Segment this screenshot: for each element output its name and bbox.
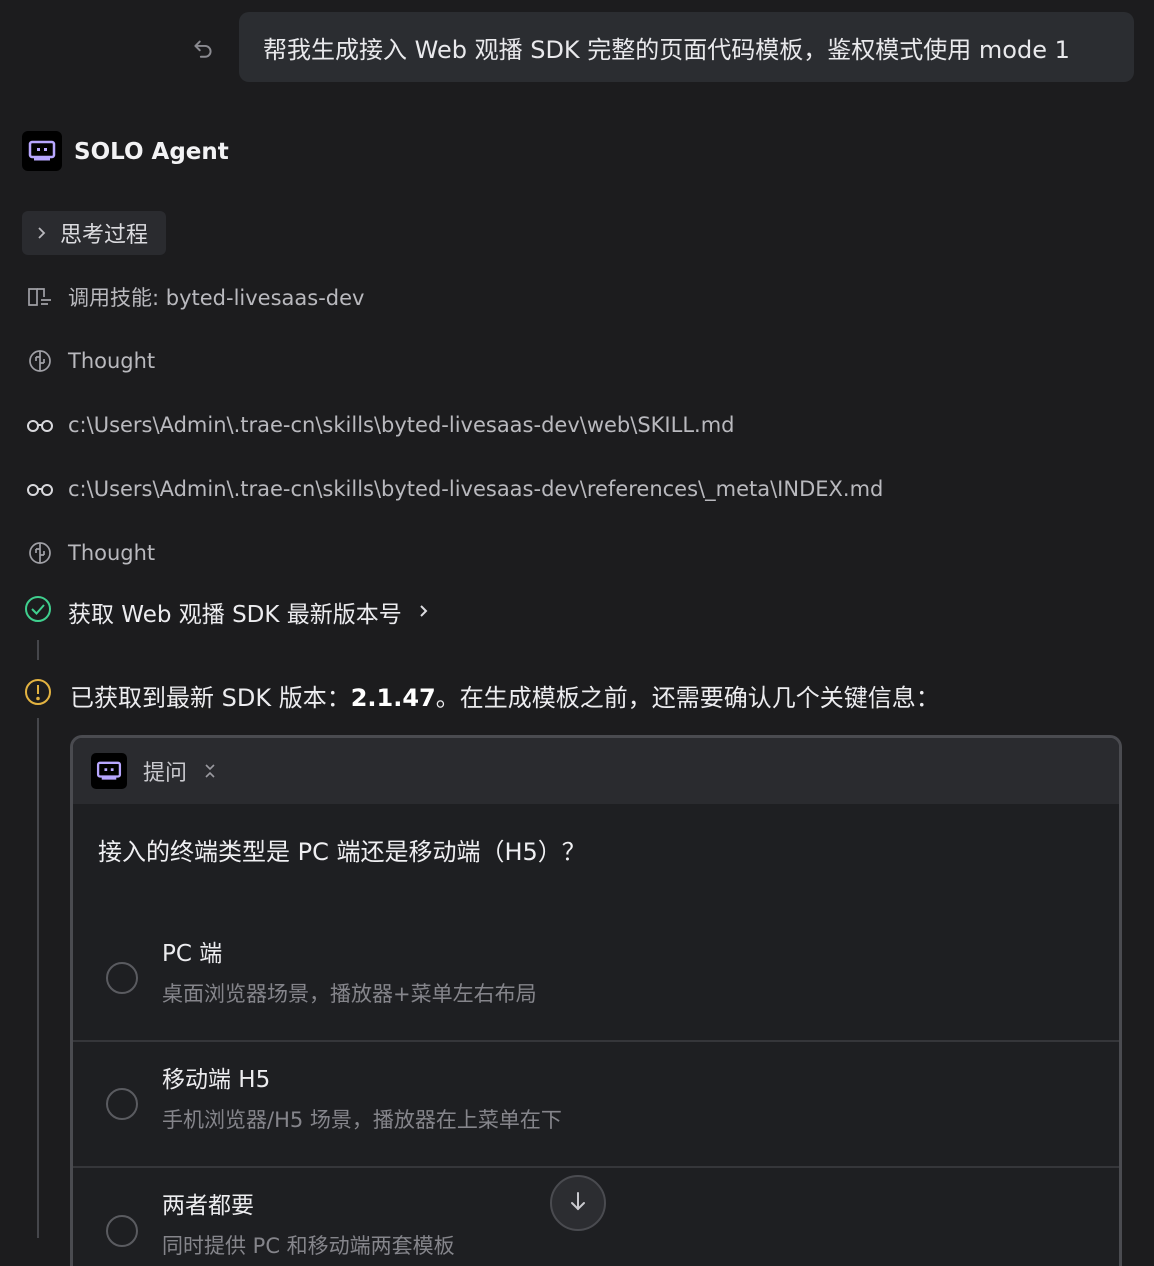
version-info: 已获取到最新 SDK 版本：2.1.47。在生成模板之前，还需要确认几个关键信息… — [24, 676, 940, 714]
user-message: 帮我生成接入 Web 观播 SDK 完整的页面代码模板，鉴权模式使用 mode … — [239, 12, 1134, 82]
option-mobile-h5[interactable]: 移动端 H5 手机浏览器/H5 场景，播放器在上菜单在下 — [73, 1042, 1119, 1168]
step-thought[interactable]: Thought — [26, 536, 155, 570]
undo-icon[interactable] — [188, 32, 218, 62]
step-skill[interactable]: 调用技能: byted-livesaas-dev — [26, 280, 364, 314]
chevron-right-icon — [418, 599, 430, 625]
glasses-icon — [26, 475, 54, 503]
question-card-header: 提问 — [73, 738, 1119, 804]
option-description: 同时提供 PC 和移动端两套模板 — [162, 1234, 455, 1258]
option-description: 桌面浏览器场景，播放器+菜单左右布局 — [162, 982, 537, 1006]
timeline-line — [37, 718, 39, 1238]
thinking-process-toggle[interactable]: 思考过程 — [22, 211, 166, 255]
agent-logo-icon — [91, 753, 127, 789]
question-text: 接入的终端类型是 PC 端还是移动端（H5）？ — [98, 838, 586, 866]
option-title: 两者都要 — [162, 1193, 254, 1219]
glasses-icon — [26, 411, 54, 439]
option-pc[interactable]: PC 端 桌面浏览器场景，播放器+菜单左右布局 — [73, 916, 1119, 1042]
arrow-down-icon — [568, 1190, 588, 1216]
collapse-icon[interactable] — [203, 762, 217, 780]
question-card-title: 提问 — [143, 761, 188, 786]
option-description: 手机浏览器/H5 场景，播放器在上菜单在下 — [162, 1108, 562, 1132]
step-text: c:\Users\Admin\.trae-cn\skills\byted-liv… — [68, 477, 884, 501]
book-icon — [26, 283, 54, 311]
step-text: c:\Users\Admin\.trae-cn\skills\byted-liv… — [68, 413, 735, 437]
step-text: 调用技能: byted-livesaas-dev — [68, 286, 365, 310]
radio-button[interactable] — [106, 1088, 138, 1120]
option-title: PC 端 — [162, 941, 223, 967]
timeline-line — [37, 640, 39, 660]
step-thought[interactable]: Thought — [26, 344, 155, 378]
brain-icon — [26, 347, 54, 375]
brain-icon — [26, 539, 54, 567]
radio-button[interactable] — [106, 962, 138, 994]
radio-button[interactable] — [106, 1215, 138, 1247]
task-fetch-version[interactable]: 获取 Web 观播 SDK 最新版本号 — [24, 594, 430, 630]
task-title: 获取 Web 观播 SDK 最新版本号 — [68, 602, 402, 628]
thinking-process-label: 思考过程 — [60, 223, 149, 248]
step-text: Thought — [68, 349, 156, 373]
sdk-version: 2.1.47 — [350, 683, 436, 712]
warning-circle-icon — [24, 678, 52, 712]
version-info-text: 已获取到最新 SDK 版本：2.1.47。在生成模板之前，还需要确认几个关键信息… — [70, 683, 940, 712]
step-text: Thought — [68, 541, 156, 565]
chat-panel: 帮我生成接入 Web 观播 SDK 完整的页面代码模板，鉴权模式使用 mode … — [0, 0, 1154, 1266]
chevron-right-icon — [36, 221, 48, 246]
option-title: 移动端 H5 — [162, 1067, 271, 1093]
step-read-file[interactable]: c:\Users\Admin\.trae-cn\skills\byted-liv… — [26, 472, 883, 506]
scroll-down-button[interactable] — [550, 1175, 606, 1231]
step-read-file[interactable]: c:\Users\Admin\.trae-cn\skills\byted-liv… — [26, 408, 734, 442]
agent-logo-icon — [22, 131, 62, 171]
check-circle-icon — [24, 595, 52, 629]
agent-name: SOLO Agent — [74, 139, 229, 165]
